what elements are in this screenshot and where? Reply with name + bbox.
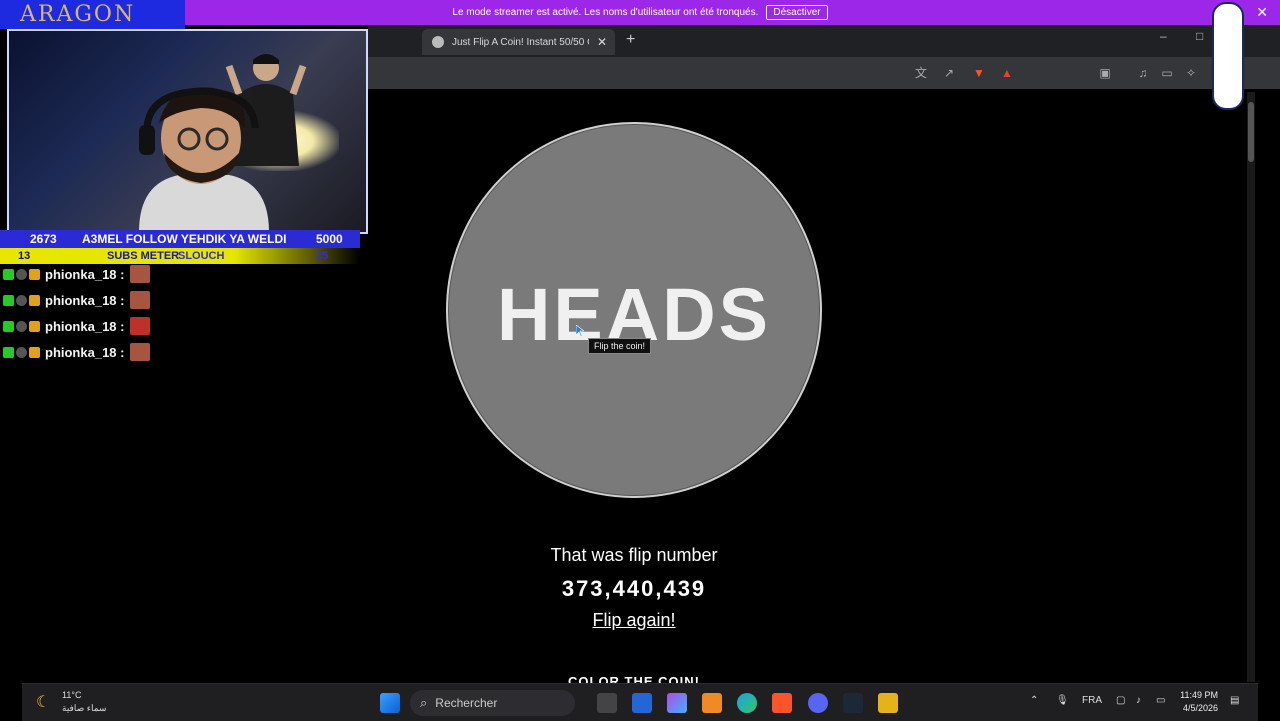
brave-rewards-icon[interactable]: ▲ bbox=[1000, 66, 1014, 80]
weather-temp: 11°C bbox=[62, 690, 82, 700]
task-view-icon[interactable] bbox=[597, 693, 617, 713]
chat-username: phionka_18 : bbox=[45, 344, 125, 360]
moon-badge-icon bbox=[16, 294, 27, 306]
discord-icon[interactable] bbox=[808, 693, 828, 713]
moderator-badge-icon bbox=[3, 320, 14, 332]
streamer-mode-banner: Le mode streamer est activé. Les noms d'… bbox=[0, 0, 1280, 25]
webcam-feed bbox=[7, 29, 368, 234]
search-icon: ⌕ bbox=[420, 695, 428, 710]
moon-badge-icon bbox=[16, 268, 27, 280]
follow-goal-target: 5000 bbox=[316, 232, 343, 246]
clock-time: 11:49 PM bbox=[1180, 690, 1218, 700]
taskbar-search[interactable]: ⌕ Rechercher bbox=[410, 690, 575, 716]
crown-badge-icon bbox=[29, 346, 40, 358]
subs-goal-bar: 13 SUBS METER SLOUCH 25 bbox=[0, 248, 360, 264]
coin-button[interactable]: HEADS bbox=[446, 122, 822, 498]
brave-shields-icon[interactable]: ▼ bbox=[972, 66, 986, 80]
channel-logo: ARAGON bbox=[0, 0, 185, 29]
brave-icon[interactable] bbox=[772, 693, 792, 713]
banner-message: Le mode streamer est activé. Les noms d'… bbox=[452, 7, 759, 18]
crown-badge-icon bbox=[29, 320, 40, 332]
share-icon[interactable]: ↗ bbox=[942, 66, 956, 80]
chat-message: phionka_18 : bbox=[3, 264, 151, 284]
clock-date: 4/5/2026 bbox=[1182, 703, 1218, 713]
search-placeholder: Rechercher bbox=[435, 696, 498, 710]
moderator-badge-icon bbox=[3, 346, 14, 358]
minimize-button[interactable]: – bbox=[1160, 29, 1167, 43]
browser-tab-bar: Just Flip A Coin! Instant 50/50 C ✕ + – … bbox=[368, 25, 1280, 57]
scrollbar-thumb[interactable] bbox=[1248, 102, 1254, 162]
mouse-cursor-icon bbox=[576, 325, 584, 337]
start-button-icon[interactable] bbox=[380, 693, 400, 713]
game-icon[interactable] bbox=[878, 693, 898, 713]
chat-username: phionka_18 : bbox=[45, 292, 125, 308]
weather-widget[interactable]: 11°C سماء صافية bbox=[62, 689, 106, 715]
emote-icon bbox=[130, 291, 151, 309]
notification-icon[interactable]: ▤ bbox=[1230, 695, 1239, 706]
volume-icon[interactable]: ♪ bbox=[1136, 695, 1141, 706]
flip-again-link[interactable]: Flip again! bbox=[0, 610, 1268, 631]
subs-goal-target: 25 bbox=[316, 250, 329, 262]
new-tab-button[interactable]: + bbox=[626, 31, 635, 49]
chat-message: phionka_18 : bbox=[3, 290, 151, 310]
battery-icon[interactable]: ▭ bbox=[1156, 695, 1165, 706]
weather-desc: سماء صافية bbox=[62, 703, 107, 713]
network-icon[interactable]: ▢ bbox=[1116, 695, 1125, 706]
language-indicator[interactable]: FRA bbox=[1082, 695, 1102, 706]
subs-goal-text: SUBS METER bbox=[107, 250, 180, 262]
crown-badge-icon bbox=[29, 268, 40, 280]
screenshot-icon[interactable]: ▣ bbox=[1098, 66, 1112, 80]
tab-close-icon[interactable]: ✕ bbox=[597, 35, 607, 49]
follow-count: 2673 bbox=[30, 232, 57, 246]
follow-goal-text: A3MEL FOLLOW YEHDIK YA WELDI bbox=[82, 232, 287, 246]
leo-ai-icon[interactable]: ✧ bbox=[1184, 66, 1198, 80]
team-emblem-image bbox=[1212, 2, 1244, 110]
banner-close-icon[interactable]: ✕ bbox=[1256, 4, 1268, 21]
subs-ghost-text: SLOUCH bbox=[178, 250, 225, 262]
tray-expand-icon[interactable]: ⌃ bbox=[1030, 695, 1038, 706]
chat-message: phionka_18 : bbox=[3, 342, 151, 362]
edge-icon[interactable] bbox=[737, 693, 757, 713]
emote-icon bbox=[130, 317, 151, 335]
disable-streamer-mode-button[interactable]: Désactiver bbox=[766, 5, 828, 20]
wallet-icon[interactable]: ▭ bbox=[1160, 66, 1174, 80]
taskbar: ☾ 11°C سماء صافية ⌕ Rechercher ⌃ 🎙 FRA ▢… bbox=[22, 683, 1258, 721]
flip-number: 373,440,439 bbox=[561, 576, 707, 601]
copilot-icon[interactable] bbox=[667, 693, 687, 713]
maximize-button[interactable]: □ bbox=[1196, 29, 1203, 43]
weather-moon-icon: ☾ bbox=[36, 694, 51, 711]
browser-tab[interactable]: Just Flip A Coin! Instant 50/50 C ✕ bbox=[422, 29, 615, 55]
browser-toolbar: 文 ↗ ▼ ▲ ▣ ♫ ▭ ✧ ≡ bbox=[368, 57, 1280, 89]
subs-count: 13 bbox=[18, 250, 31, 262]
chat-message: phionka_18 : bbox=[3, 316, 151, 336]
moon-badge-icon bbox=[16, 346, 27, 358]
tab-title: Just Flip A Coin! Instant 50/50 C bbox=[452, 36, 589, 48]
app-icon[interactable] bbox=[632, 693, 652, 713]
steam-icon[interactable] bbox=[843, 693, 863, 713]
translate-icon[interactable]: 文 bbox=[914, 66, 928, 80]
flip-label: That was flip number bbox=[550, 545, 718, 565]
follow-goal-bar: 2673 A3MEL FOLLOW YEHDIK YA WELDI 5000 bbox=[0, 230, 360, 248]
chat-username: phionka_18 : bbox=[45, 318, 125, 334]
moderator-badge-icon bbox=[3, 294, 14, 306]
chat-username: phionka_18 : bbox=[45, 266, 125, 282]
moderator-badge-icon bbox=[3, 268, 14, 280]
streamer-person-image bbox=[139, 87, 269, 232]
crown-badge-icon bbox=[29, 294, 40, 306]
system-clock[interactable]: 11:49 PM 4/5/2026 bbox=[1180, 689, 1218, 715]
tab-favicon-icon bbox=[432, 36, 444, 48]
emote-icon bbox=[130, 343, 151, 361]
app-icon[interactable] bbox=[702, 693, 722, 713]
media-icon[interactable]: ♫ bbox=[1136, 66, 1150, 80]
microphone-icon[interactable]: 🎙 bbox=[1056, 695, 1069, 706]
flip-tooltip: Flip the coin! bbox=[588, 338, 652, 354]
page-scrollbar[interactable] bbox=[1247, 92, 1255, 682]
moon-badge-icon bbox=[16, 320, 27, 332]
emote-icon bbox=[130, 265, 151, 283]
